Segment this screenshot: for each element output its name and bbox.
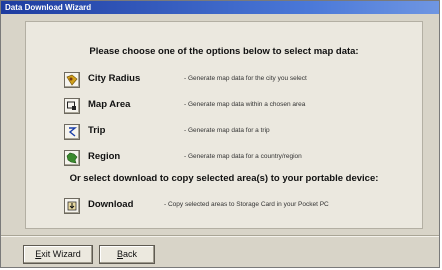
exit-wizard-button[interactable]: Exit Wizard [23, 245, 93, 264]
trip-description: - Generate map data for a trip [184, 127, 270, 134]
download-icon [67, 201, 77, 211]
option-trip: Trip - Generate map data for a trip [26, 124, 422, 146]
trip-route-icon [68, 127, 77, 137]
option-city-radius: City Radius - Generate map data for the … [26, 72, 422, 94]
back-button[interactable]: Back [99, 245, 155, 264]
option-region: Region - Generate map data for a country… [26, 150, 422, 172]
city-radius-button[interactable] [64, 72, 80, 88]
map-area-description: - Generate map data within a chosen area [184, 101, 306, 108]
options-panel: Please choose one of the options below t… [25, 21, 423, 229]
window-title: Data Download Wizard [1, 1, 439, 14]
trip-button[interactable] [64, 124, 80, 140]
footer-divider [1, 235, 439, 237]
option-download: Download - Copy selected areas to Storag… [26, 198, 422, 220]
back-label: ack [123, 249, 138, 259]
download-heading: Or select download to copy selected area… [69, 173, 379, 184]
region-map-icon [66, 152, 78, 164]
option-map-area: Map Area - Generate map data within a ch… [26, 98, 422, 120]
city-radius-label: City Radius [88, 73, 141, 84]
options-heading: Please choose one of the options below t… [89, 46, 359, 57]
city-pin-icon [66, 74, 78, 86]
city-radius-description: - Generate map data for the city you sel… [184, 75, 307, 82]
region-description: - Generate map data for a country/region [184, 153, 302, 160]
map-area-button[interactable] [64, 98, 80, 114]
region-button[interactable] [64, 150, 80, 166]
exit-wizard-label: xit Wizard [41, 249, 81, 259]
map-area-label: Map Area [88, 99, 131, 110]
download-description: - Copy selected areas to Storage Card in… [164, 201, 329, 208]
download-label: Download [88, 199, 134, 210]
wizard-window: Data Download Wizard Please choose one o… [0, 0, 440, 268]
region-label: Region [88, 151, 121, 162]
download-button[interactable] [64, 198, 80, 214]
trip-label: Trip [88, 125, 106, 136]
map-area-icon [67, 101, 76, 110]
